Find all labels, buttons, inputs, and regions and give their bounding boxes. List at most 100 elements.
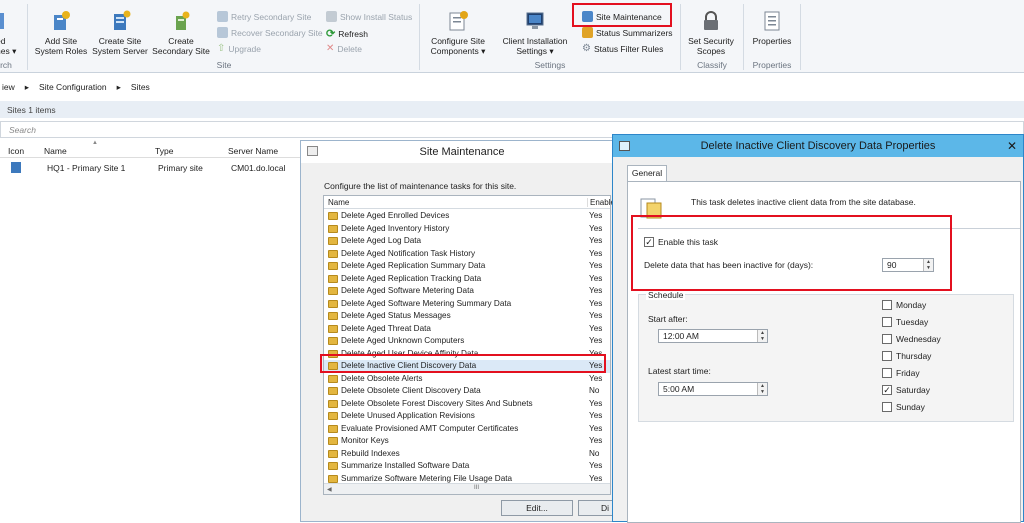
delete-x-icon: ✕	[326, 43, 335, 54]
task-enabled: Yes	[589, 398, 603, 408]
latest-start-spinner[interactable]: ▲ ▼	[757, 383, 767, 395]
task-enabled: Yes	[589, 461, 603, 470]
site-name: HQ1 - Primary Site 1	[47, 163, 126, 173]
status-filter-rules-button[interactable]: ⚙ Status Filter Rules	[582, 43, 663, 54]
list-header: Sites 1 items	[0, 101, 1024, 118]
list-item[interactable]: Delete Obsolete Alerts Yes	[324, 373, 610, 386]
list-item[interactable]: Delete Unused Application Revisions Yes	[324, 410, 610, 423]
show-install-status-button[interactable]: Show Install Status	[326, 11, 412, 22]
separator	[419, 4, 420, 70]
task-name: Delete Aged Replication Tracking Data	[341, 273, 482, 283]
day-checkbox[interactable]	[882, 351, 892, 361]
list-item[interactable]: Delete Aged Replication Tracking Data Yes	[324, 273, 610, 286]
table-row[interactable]: HQ1 - Primary Site 1 Primary site CM01.d…	[0, 160, 300, 176]
properties-group-label: Properties	[752, 60, 792, 70]
properties-button[interactable]: Properties	[748, 9, 796, 46]
delete-button[interactable]: ✕ Delete	[326, 43, 362, 54]
tab-general[interactable]: General	[627, 165, 667, 181]
upgrade-arrow-icon: ⇧	[217, 43, 226, 54]
status-summarizers-button[interactable]: Status Summarizers	[582, 27, 673, 38]
task-name: Summarize Installed Software Data	[341, 461, 470, 470]
start-after-input[interactable]: 12:00 AM ▲ ▼	[658, 329, 768, 343]
list-item[interactable]: Delete Aged Notification Task History Yes	[324, 248, 610, 261]
task-enabled: Yes	[589, 311, 603, 320]
list-item[interactable]: Delete Obsolete Client Discovery Data No	[324, 385, 610, 398]
list-item[interactable]: Monitor Keys Yes	[324, 435, 610, 448]
day-checkbox[interactable]	[882, 402, 892, 412]
list-item[interactable]: Delete Aged Unknown Computers Yes	[324, 335, 610, 348]
partial-label-1: ed	[0, 36, 6, 46]
column-icon[interactable]: Icon	[8, 146, 24, 156]
settings-highlight	[631, 215, 952, 291]
schedule-label: Schedule	[646, 290, 686, 300]
breadcrumb-sites[interactable]: Sites	[131, 82, 150, 92]
scroll-thumb[interactable]: III	[474, 485, 479, 491]
day-checkbox[interactable]	[882, 368, 892, 378]
set-security-scopes-button[interactable]: Set Security Scopes	[684, 9, 738, 56]
task-enabled: Yes	[589, 373, 603, 383]
add-site-system-roles-button[interactable]: Add Site System Roles	[32, 9, 90, 56]
start-after-spinner[interactable]: ▲ ▼	[757, 330, 767, 342]
scroll-left-icon[interactable]: ◀	[327, 486, 332, 493]
retry-icon	[217, 11, 228, 22]
configure-site-components-button[interactable]: Configure Site Components ▾	[426, 9, 490, 56]
add-site-system-roles-label: Add Site System Roles	[34, 36, 88, 56]
list-item[interactable]: Delete Aged Log Data Yes	[324, 235, 610, 248]
create-secondary-site-button[interactable]: Create Secondary Site	[150, 9, 212, 56]
column-name[interactable]: Name	[328, 198, 349, 207]
column-enabled[interactable]: Enable	[587, 198, 615, 207]
dialog-icon	[619, 141, 630, 151]
list-item[interactable]: Evaluate Provisioned AMT Computer Certif…	[324, 423, 610, 436]
day-checkbox[interactable]	[882, 334, 892, 344]
breadcrumb-partial[interactable]: iew	[2, 82, 15, 92]
list-item[interactable]: Delete Aged Status Messages Yes	[324, 310, 610, 323]
upgrade-button[interactable]: ⇧ Upgrade	[217, 43, 261, 54]
ribbon: ednes ▾ rch Add Site System Roles Create…	[0, 0, 1024, 73]
list-item[interactable]: Delete Aged Threat Data Yes	[324, 323, 610, 336]
folder-task-icon	[328, 337, 338, 345]
list-item[interactable]: Delete Aged Software Metering Summary Da…	[324, 298, 610, 311]
latest-start-value: 5:00 AM	[663, 384, 695, 394]
task-enabled: Yes	[589, 211, 603, 220]
list-item[interactable]: Delete Aged Replication Summary Data Yes	[324, 260, 610, 273]
latest-start-input[interactable]: 5:00 AM ▲ ▼	[658, 382, 768, 396]
task-enabled: No	[589, 386, 600, 395]
breadcrumb-site-configuration[interactable]: Site Configuration	[39, 82, 107, 92]
list-item[interactable]: Rebuild Indexes No	[324, 448, 610, 461]
task-name: Delete Aged Software Metering Summary Da…	[341, 298, 512, 308]
site-server: CM01.do.local	[231, 163, 286, 173]
list-item[interactable]: Delete Obsolete Forest Discovery Sites A…	[324, 398, 610, 411]
list-item[interactable]: Summarize Installed Software Data Yes	[324, 460, 610, 473]
day-checkbox[interactable]	[882, 300, 892, 310]
list-item[interactable]: Delete Aged Software Metering Data Yes	[324, 285, 610, 298]
close-icon[interactable]: ✕	[1007, 135, 1017, 157]
day-label: Sunday	[896, 402, 925, 412]
recover-secondary-site-button[interactable]: Recover Secondary Site	[217, 27, 323, 38]
settings-group-label: Settings	[534, 60, 566, 70]
set-security-scopes-label: Set Security Scopes	[688, 36, 734, 56]
day-checkbox[interactable]: ✓	[882, 385, 892, 395]
horizontal-scrollbar[interactable]: ◀ III	[324, 483, 610, 494]
list-item[interactable]: Delete Aged Enrolled Devices Yes	[324, 210, 610, 223]
delete-label: Delete	[337, 43, 362, 54]
folder-task-icon	[328, 237, 338, 245]
create-site-system-server-button[interactable]: Create Site System Server	[92, 9, 148, 56]
retry-secondary-site-button[interactable]: Retry Secondary Site	[217, 11, 311, 22]
properties-icon	[764, 11, 780, 31]
task-name: Delete Aged Notification Task History	[341, 248, 476, 258]
day-checkbox[interactable]	[882, 317, 892, 327]
task-name: Delete Aged Unknown Computers	[341, 336, 465, 345]
list-item[interactable]: Delete Aged Inventory History Yes	[324, 223, 610, 236]
column-server-name[interactable]: Server Name	[228, 146, 278, 156]
column-type[interactable]: Type	[155, 146, 173, 156]
maintenance-task-list[interactable]: Name Enable Delete Aged Enrolled Devices…	[323, 195, 615, 495]
column-name[interactable]: Name	[44, 146, 67, 156]
task-name: Delete Obsolete Forest Discovery Sites A…	[341, 398, 533, 408]
ribbon-partial-button[interactable]: ednes ▾	[0, 9, 18, 56]
client-installation-settings-button[interactable]: Client Installation Settings ▾	[500, 9, 570, 56]
refresh-button[interactable]: ⟳ Refresh	[326, 27, 368, 40]
properties-label: Properties	[752, 36, 792, 46]
status-summarizers-label: Status Summarizers	[596, 27, 673, 38]
folder-task-icon	[328, 324, 338, 333]
edit-button[interactable]: Edit...	[501, 500, 573, 516]
